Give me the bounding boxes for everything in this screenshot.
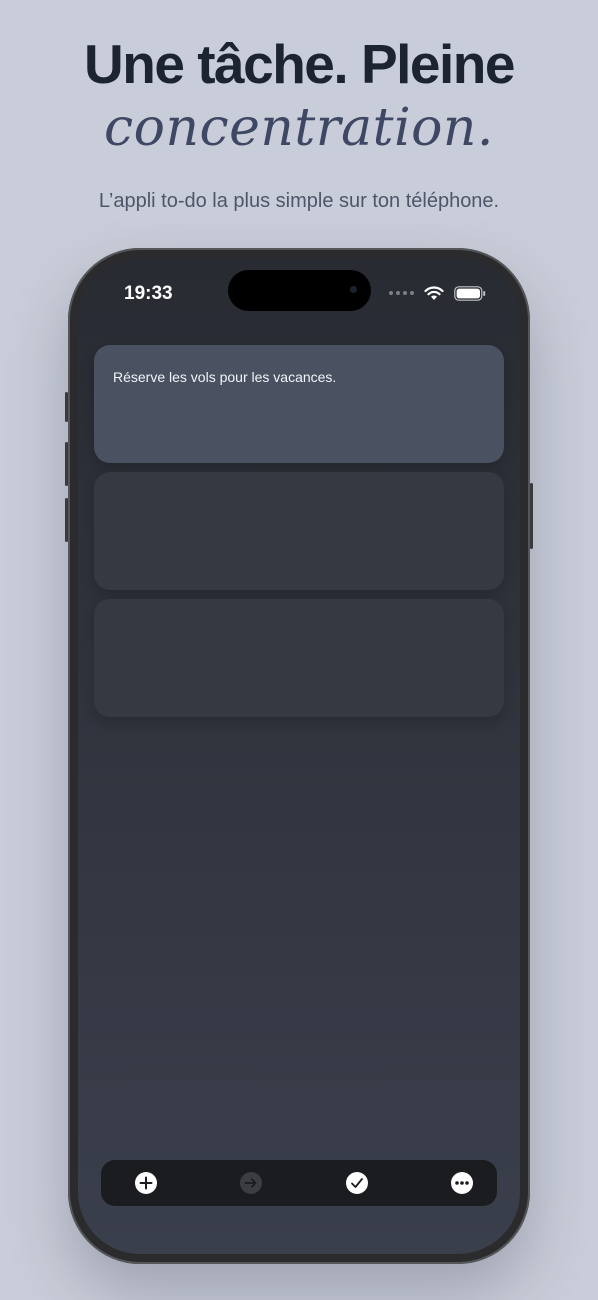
plus-icon xyxy=(135,1172,157,1194)
more-icon xyxy=(450,1172,473,1194)
task-card-empty[interactable] xyxy=(94,599,504,717)
add-task-button[interactable] xyxy=(133,1170,159,1196)
status-icons xyxy=(389,284,486,302)
task-card-empty[interactable] xyxy=(94,472,504,590)
headline-line-1: Une tâche. Pleine xyxy=(84,33,515,95)
app-store-screenshot: Une tâche. Pleine concentration. L’appli… xyxy=(0,0,598,1300)
power-button xyxy=(530,483,533,549)
volume-down-button xyxy=(65,498,68,542)
arrow-right-icon xyxy=(240,1172,263,1194)
headline-line-2: concentration. xyxy=(104,98,494,158)
more-options-button[interactable] xyxy=(449,1170,475,1196)
task-card-active[interactable]: Réserve les vols pour les vacances. xyxy=(94,345,504,463)
battery-icon xyxy=(454,285,486,301)
wifi-icon xyxy=(424,285,444,300)
checkmark-icon xyxy=(345,1172,368,1194)
phone-screen: 19:33 Réserve les vols pour les vacances… xyxy=(78,258,520,1254)
camera-dot xyxy=(350,286,357,293)
next-task-button[interactable] xyxy=(238,1170,264,1196)
subtitle: L’appli to-do la plus simple sur ton tél… xyxy=(98,190,500,212)
phone-frame: 19:33 Réserve les vols pour les vacances… xyxy=(65,248,533,1264)
bottom-toolbar xyxy=(101,1160,497,1206)
status-time: 19:33 xyxy=(124,283,173,304)
mute-switch xyxy=(65,392,68,422)
cellular-dots-icon xyxy=(389,291,414,295)
volume-up-button xyxy=(65,442,68,486)
dynamic-island xyxy=(228,270,371,311)
complete-task-button[interactable] xyxy=(344,1170,370,1196)
task-text: Réserve les vols pour les vacances. xyxy=(113,369,337,385)
